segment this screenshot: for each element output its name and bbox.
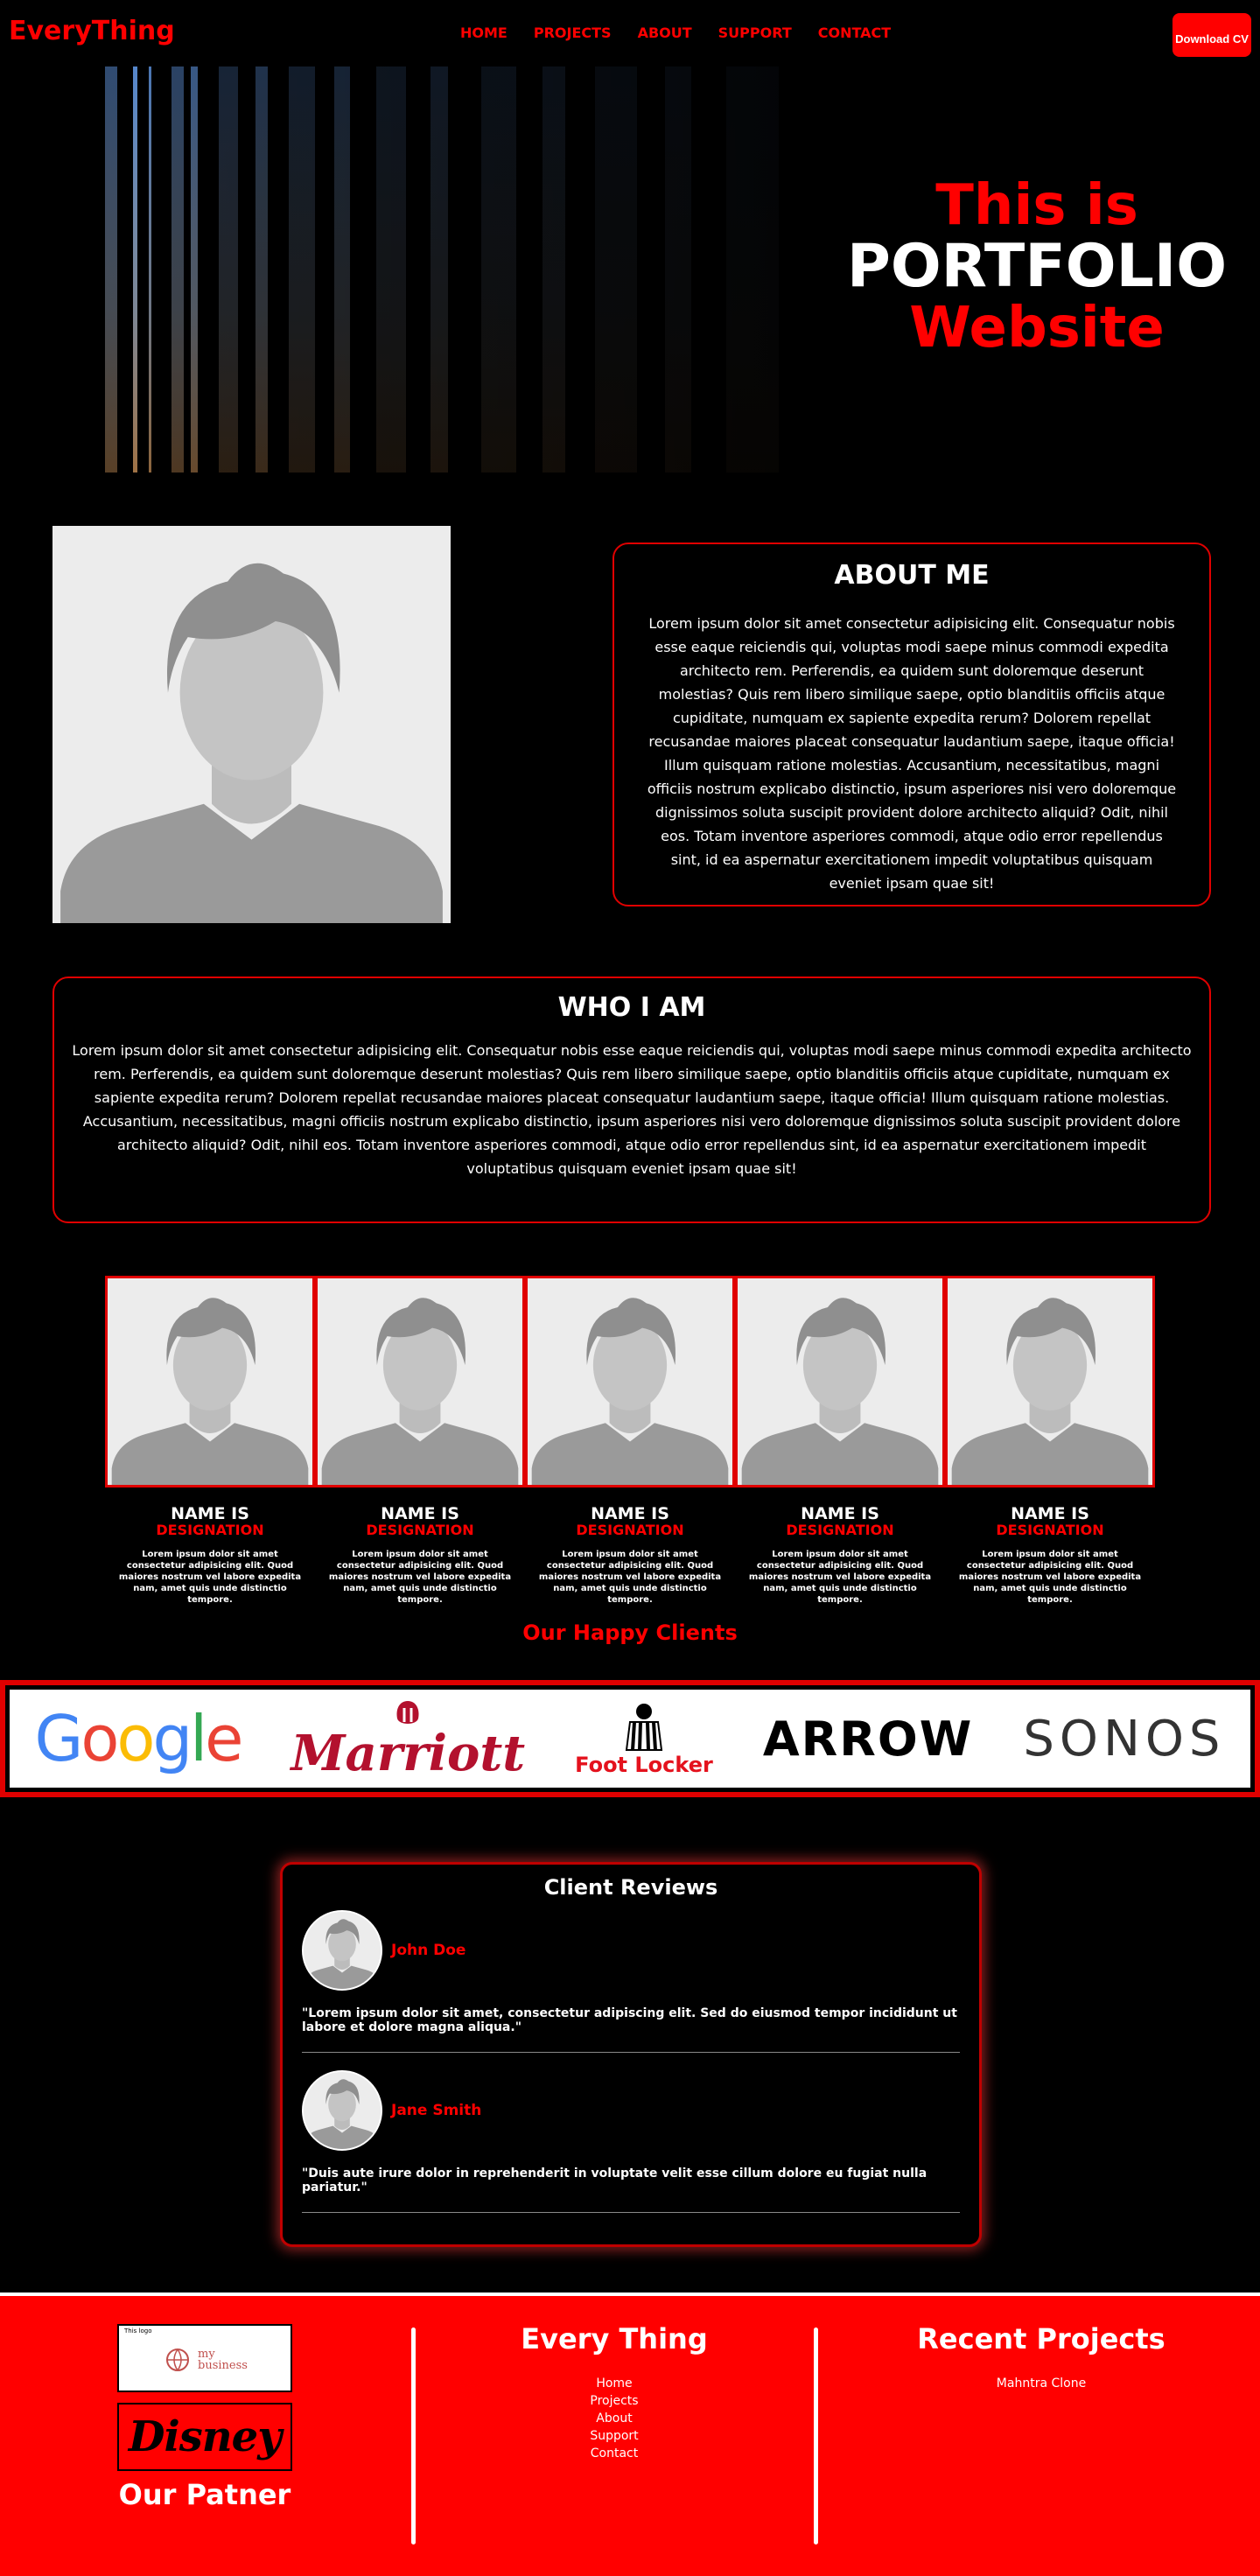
- footer-divider: [814, 2328, 818, 2544]
- top-nav: EveryThing HOME PROJECTS ABOUT SUPPORT C…: [0, 0, 1260, 66]
- brand-logo[interactable]: EveryThing: [9, 16, 175, 46]
- reviewer-name: John Doe: [391, 1942, 466, 1959]
- team-member-bio: Lorem ipsum dolor sit amet consectetur a…: [958, 1550, 1142, 1605]
- team-member-name: NAME IS: [801, 1504, 879, 1523]
- person-placeholder-icon: [108, 1278, 312, 1485]
- globe-icon: [166, 2348, 189, 2371]
- nav-link-projects[interactable]: PROJECTS: [534, 24, 612, 41]
- partners-title: Our Patner: [118, 2478, 291, 2511]
- footlocker-wordmark: Foot Locker: [575, 1753, 713, 1777]
- nav-link-support[interactable]: SUPPORT: [718, 24, 792, 41]
- partner-logo-disney[interactable]: Disney: [117, 2403, 292, 2471]
- site-footer: This logo my business Disney Our Patner …: [0, 2292, 1260, 2576]
- person-placeholder-icon: [528, 1278, 732, 1485]
- team-member-card: NAME IS DESIGNATION Lorem ipsum dolor si…: [735, 1276, 945, 1606]
- partner-logo-caption: This logo: [124, 2328, 152, 2334]
- recent-projects-links: Mahntra Clone: [875, 2375, 1208, 2392]
- nav-link-about[interactable]: ABOUT: [638, 24, 692, 41]
- reviewer-avatar: [302, 2070, 382, 2151]
- team-member-card: NAME IS DESIGNATION Lorem ipsum dolor si…: [525, 1276, 735, 1606]
- team-member-designation: DESIGNATION: [576, 1522, 684, 1538]
- team-member-name: NAME IS: [381, 1504, 459, 1523]
- main-menu: HOME PROJECTS ABOUT SUPPORT CONTACT: [460, 24, 891, 41]
- about-me-card: ABOUT ME Lorem ipsum dolor sit amet cons…: [612, 542, 1211, 906]
- hero-title-line-2: PORTFOLIO: [846, 232, 1228, 301]
- footer-link-contact[interactable]: Contact: [472, 2445, 756, 2462]
- team-member-designation: DESIGNATION: [996, 1522, 1104, 1538]
- person-placeholder-icon: [948, 1278, 1152, 1485]
- review-text: "Lorem ipsum dolor sit amet, consectetur…: [302, 2006, 957, 2034]
- arrow-logo: ARROW: [762, 1711, 974, 1767]
- about-me-title: ABOUT ME: [834, 560, 990, 591]
- who-i-am-text: Lorem ipsum dolor sit amet consectetur a…: [72, 1042, 1192, 1177]
- team-member-card: NAME IS DESIGNATION Lorem ipsum dolor si…: [945, 1276, 1155, 1606]
- footer-link-about[interactable]: About: [472, 2410, 756, 2427]
- review-text: "Duis aute irure dolor in reprehenderit …: [302, 2166, 928, 2194]
- footer-site-title: Every Thing: [521, 2322, 708, 2356]
- team-member-designation: DESIGNATION: [366, 1522, 474, 1538]
- team-member-designation: DESIGNATION: [786, 1522, 894, 1538]
- person-placeholder-icon: [318, 1278, 522, 1485]
- happy-clients-title: Our Happy Clients: [522, 1620, 738, 1645]
- sonos-logo: SONOS: [1023, 1710, 1226, 1768]
- about-me-text: Lorem ipsum dolor sit amet consectetur a…: [647, 615, 1177, 892]
- nav-link-contact[interactable]: CONTACT: [818, 24, 891, 41]
- team-member-bio: Lorem ipsum dolor sit amet consectetur a…: [118, 1550, 302, 1605]
- review-item: Jane Smith "Duis aute irure dolor in rep…: [302, 2070, 960, 2213]
- client-reviews-card: Client Reviews John Doe "Lorem ipsum dol…: [280, 1862, 982, 2247]
- client-logo-strip: Google Marriott Foot Locker ARROW SONOS: [0, 1680, 1260, 1797]
- referee-icon: [625, 1704, 663, 1751]
- footer-divider: [411, 2328, 416, 2544]
- person-placeholder-icon: [52, 526, 451, 923]
- recent-projects-title: Recent Projects: [917, 2322, 1166, 2356]
- team-member-photo: [945, 1276, 1155, 1488]
- team-member-card: NAME IS DESIGNATION Lorem ipsum dolor si…: [315, 1276, 525, 1606]
- person-placeholder-icon: [738, 1278, 942, 1485]
- review-item: John Doe "Lorem ipsum dolor sit amet, co…: [302, 1910, 960, 2053]
- hero-title: This is PORTFOLIO Website: [840, 175, 1234, 359]
- team-member-bio: Lorem ipsum dolor sit amet consectetur a…: [538, 1550, 722, 1605]
- client-reviews-title: Client Reviews: [543, 1875, 718, 1900]
- footer-nav-links: Home Projects About Support Contact: [472, 2375, 756, 2462]
- reviewer-avatar: [302, 1910, 382, 1991]
- team-member-name: NAME IS: [171, 1504, 249, 1523]
- partner-logo-word-business: business: [198, 2359, 248, 2372]
- team-member-photo: [525, 1276, 735, 1488]
- footlocker-logo: Foot Locker: [575, 1701, 713, 1776]
- footer-link-home[interactable]: Home: [472, 2375, 756, 2392]
- team-member-bio: Lorem ipsum dolor sit amet consectetur a…: [328, 1550, 512, 1605]
- team-member-bio: Lorem ipsum dolor sit amet consectetur a…: [748, 1550, 932, 1605]
- team-member-photo: [315, 1276, 525, 1488]
- hero-banner: This is PORTFOLIO Website: [0, 66, 1260, 472]
- marriott-wordmark: Marriott: [290, 1725, 526, 1782]
- nav-link-home[interactable]: HOME: [460, 24, 508, 41]
- reviewer-name: Jane Smith: [391, 2102, 482, 2119]
- who-i-am-card: WHO I AM Lorem ipsum dolor sit amet cons…: [52, 976, 1211, 1223]
- partner-logo-mybusiness[interactable]: This logo my business: [117, 2324, 292, 2392]
- team-member-name: NAME IS: [1011, 1504, 1089, 1523]
- team-list: NAME IS DESIGNATION Lorem ipsum dolor si…: [105, 1276, 1155, 1606]
- footer-link-support[interactable]: Support: [472, 2427, 756, 2445]
- team-member-photo: [735, 1276, 945, 1488]
- team-member-name: NAME IS: [591, 1504, 669, 1523]
- person-placeholder-icon: [304, 1912, 381, 1989]
- hero-title-line-3: Website: [909, 296, 1165, 360]
- google-logo: Google: [34, 1702, 244, 1775]
- download-cv-button[interactable]: Download CV: [1172, 13, 1251, 57]
- marriott-logo: Marriott: [290, 1699, 525, 1778]
- who-i-am-title: WHO I AM: [557, 992, 706, 1023]
- profile-photo: [52, 526, 451, 923]
- footer-link-projects[interactable]: Projects: [472, 2392, 756, 2410]
- hero-title-line-1: This is: [935, 173, 1138, 238]
- team-member-card: NAME IS DESIGNATION Lorem ipsum dolor si…: [105, 1276, 315, 1606]
- team-member-photo: [105, 1276, 315, 1488]
- project-link-mahntra-clone[interactable]: Mahntra Clone: [875, 2375, 1208, 2392]
- disney-wordmark: Disney: [128, 2412, 282, 2461]
- person-placeholder-icon: [304, 2072, 381, 2149]
- team-member-designation: DESIGNATION: [156, 1522, 264, 1538]
